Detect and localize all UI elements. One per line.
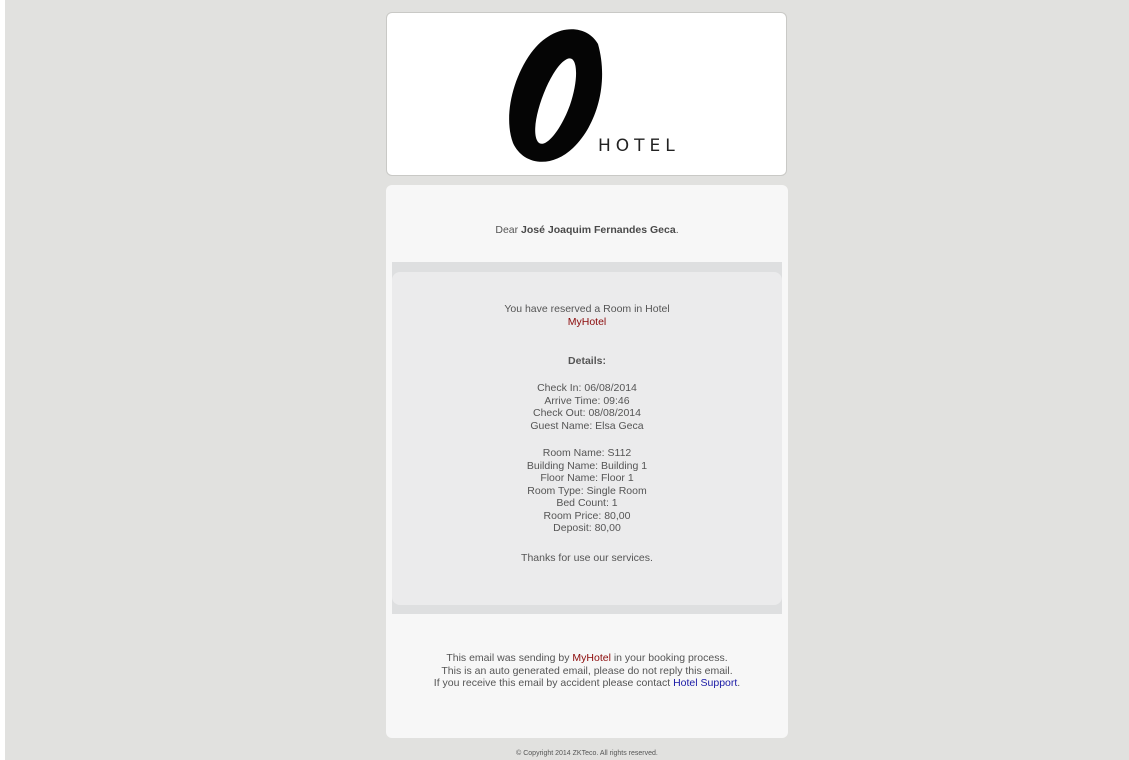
footer-line-1-suffix: in your booking process. — [610, 652, 728, 664]
guest-full-name: José Joaquim Fernandes Geca — [521, 224, 676, 236]
footer-line-3: If you receive this email by accident pl… — [386, 677, 788, 690]
bed-count: Bed Count: 1 — [556, 497, 618, 509]
footer-line-1: This email was sending by MyHotel in you… — [386, 652, 788, 665]
greeting-suffix: . — [675, 224, 679, 236]
footer-line-3-prefix: If you receive this email by accident pl… — [433, 677, 674, 689]
footer-line-1-prefix: This email was sending by — [446, 652, 573, 664]
intro-text: You have reserved a Room in Hotel — [504, 303, 670, 315]
greeting: Dear José Joaquim Fernandes Geca. — [0, 224, 1129, 236]
footer-line-3-suffix: . — [737, 677, 741, 689]
hotel-o-logo — [509, 29, 603, 162]
footer-hotel-link[interactable]: MyHotel — [572, 652, 611, 664]
page-edge-strip — [0, 0, 5, 760]
greeting-prefix: Dear — [495, 224, 522, 236]
footer-line-2: This is an auto generated email, please … — [441, 664, 733, 677]
hotel-support-link[interactable]: Hotel Support — [673, 677, 737, 689]
details-heading: Details: — [392, 355, 782, 368]
check-out: Check Out: 08/08/2014 — [533, 407, 641, 419]
check-in: Check In: 06/08/2014 — [537, 382, 637, 394]
arrive-time: Arrive Time: 09:46 — [544, 394, 630, 407]
guest-name: Guest Name: Elsa Geca — [530, 419, 644, 432]
reservation-intro: You have reserved a Room in Hotel MyHote… — [392, 303, 782, 328]
thanks-message: Thanks for use our services. — [392, 552, 782, 565]
room-price: Room Price: 80,00 — [543, 509, 631, 522]
details-title: Details: — [568, 355, 606, 367]
floor-name: Floor Name: Floor 1 — [540, 472, 634, 484]
building-name: Building Name: Building 1 — [526, 459, 648, 472]
hotel-name-link[interactable]: MyHotel — [568, 316, 607, 328]
room-type: Room Type: Single Room — [527, 484, 647, 497]
email-footer: This email was sending by MyHotel in you… — [386, 652, 788, 690]
deposit: Deposit: 80,00 — [553, 522, 621, 534]
logo-card — [386, 12, 787, 176]
room-name: Room Name: S112 — [542, 447, 632, 459]
copyright: © Copyright 2014 ZKTeco. All rights rese… — [516, 750, 658, 757]
stay-details: Check In: 06/08/2014 Arrive Time: 09:46 … — [392, 382, 782, 432]
room-details: Room Name: S112 Building Name: Building … — [392, 447, 782, 535]
thanks-text: Thanks for use our services. — [521, 552, 653, 564]
logo-text: HOTEL — [598, 136, 680, 156]
